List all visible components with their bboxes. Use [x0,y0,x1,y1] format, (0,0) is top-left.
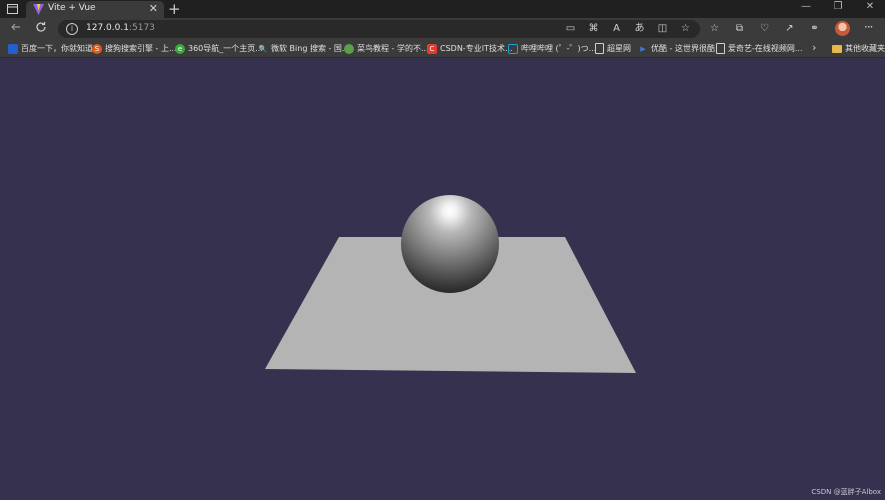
close-window-button[interactable]: ✕ [863,1,877,12]
settings-more-icon[interactable]: ··· [864,20,874,34]
url-port: :5173 [128,23,155,33]
other-bookmarks-label: 其他收藏夹 [845,44,885,53]
share-icon[interactable]: ↗ [783,22,796,35]
folder-icon [832,44,842,53]
baidu-icon: 🐾 [8,43,18,54]
read-aloud-icon[interactable]: A [610,22,623,35]
tab-actions-icon [6,4,18,14]
back-button[interactable] [8,21,24,37]
youku-icon: ▶ [640,44,646,53]
url-text[interactable]: 127.0.0.1:5173 [86,23,155,33]
bing-icon: 🔍 [258,44,268,53]
split-screen-icon[interactable]: ◫ [656,22,669,35]
extensions-icon[interactable]: ⚭ [808,22,821,35]
bookmark-chaoxing[interactable]: 超星网 [595,42,631,55]
url-host: 127.0.0.1 [86,23,129,33]
toolbar-actions: ☆ ⧉ ♡ ↗ ⚭ [708,22,821,35]
back-arrow-icon [11,23,20,31]
bookmark-label: 360导航_一个主页... [188,44,263,53]
bookmark-bing[interactable]: 🔍 微软 Bing 搜索 - 国... [258,42,350,55]
bookmark-label: 菜鸟教程 - 学的不... [357,44,429,53]
360-icon: e [175,43,185,54]
collections-icon[interactable]: ⧉ [733,22,746,35]
bookmark-iqiyi[interactable]: 爱奇艺-在线视频网... [716,42,803,55]
page-icon [716,43,725,54]
tab-vite-vue[interactable]: Vite + Vue ✕ [26,1,164,18]
favorites-icon[interactable]: ☆ [708,22,721,35]
add-favorite-icon[interactable]: ☆ [679,22,692,35]
bookmark-label: 哔哩哔哩 (゜-゜)つ... [521,44,597,53]
bookmark-sogou[interactable]: S 搜狗搜索引擎 - 上... [92,42,177,55]
bookmark-label: 优酷 - 这世界很酷 [651,44,715,53]
tab-actions-button[interactable] [4,2,20,16]
bookmark-youku[interactable]: ▶ 优酷 - 这世界很酷 [638,42,715,55]
window-controls: — ❐ ✕ [799,1,877,12]
bookmark-baidu[interactable]: 🐾 百度一下，你就知道 [8,42,93,55]
bookmark-360[interactable]: e 360导航_一个主页... [175,42,263,55]
tab-close-icon[interactable]: ✕ [149,2,158,15]
browser-toolbar: i 127.0.0.1:5173 ▭ ⌘ A あ ◫ ☆ ☆ ⧉ ♡ ↗ ⚭ ·… [0,18,885,40]
app-available-icon[interactable]: ▭ [564,22,577,35]
vite-logo-icon [33,4,44,15]
sphere [401,195,499,293]
csdn-icon: C [427,43,437,54]
bookmark-label: 百度一下，你就知道 [21,44,93,53]
bookmarks-overflow-button[interactable]: › [812,41,816,54]
other-bookmarks-folder[interactable]: 其他收藏夹 [832,42,885,55]
tab-title: Vite + Vue [48,3,96,13]
new-tab-button[interactable]: + [168,0,181,18]
restore-button[interactable]: ❐ [831,1,845,12]
bilibili-icon [508,43,518,54]
address-bar-icons: ▭ ⌘ A あ ◫ ☆ [564,22,692,35]
bookmark-label: 爱奇艺-在线视频网... [728,44,803,53]
bookmark-bilibili[interactable]: 哔哩哔哩 (゜-゜)つ... [508,42,596,55]
site-info-icon[interactable]: i [66,23,78,35]
bookmark-label: CSDN-专业IT技术... [440,44,513,53]
refresh-icon [36,22,46,32]
bookmarks-bar: 🐾 百度一下，你就知道 S 搜狗搜索引擎 - 上... e 360导航_一个主页… [0,40,885,58]
bookmark-label: 超星网 [607,44,631,53]
sogou-icon: S [92,43,102,54]
qr-code-icon[interactable]: ⌘ [587,22,600,35]
watermark: CSDN @蓝胖子Albox [811,488,881,496]
address-bar[interactable]: i 127.0.0.1:5173 ▭ ⌘ A あ ◫ ☆ [58,20,700,38]
minimize-button[interactable]: — [799,1,813,12]
translate-icon[interactable]: あ [633,22,646,35]
browser-essentials-icon[interactable]: ♡ [758,22,771,35]
runoob-icon [344,43,354,54]
refresh-button[interactable] [33,21,49,37]
bookmark-csdn[interactable]: C CSDN-专业IT技术... [427,42,513,55]
tab-strip: Vite + Vue ✕ + — ❐ ✕ [0,0,885,18]
bookmark-label: 微软 Bing 搜索 - 国... [271,44,350,53]
page-icon [595,43,604,54]
profile-avatar[interactable] [835,21,850,36]
bookmark-runoob[interactable]: 菜鸟教程 - 学的不... [344,42,429,55]
threejs-canvas[interactable]: CSDN @蓝胖子Albox [0,58,885,500]
scene-render [265,195,636,373]
bookmark-label: 搜狗搜索引擎 - 上... [105,44,177,53]
